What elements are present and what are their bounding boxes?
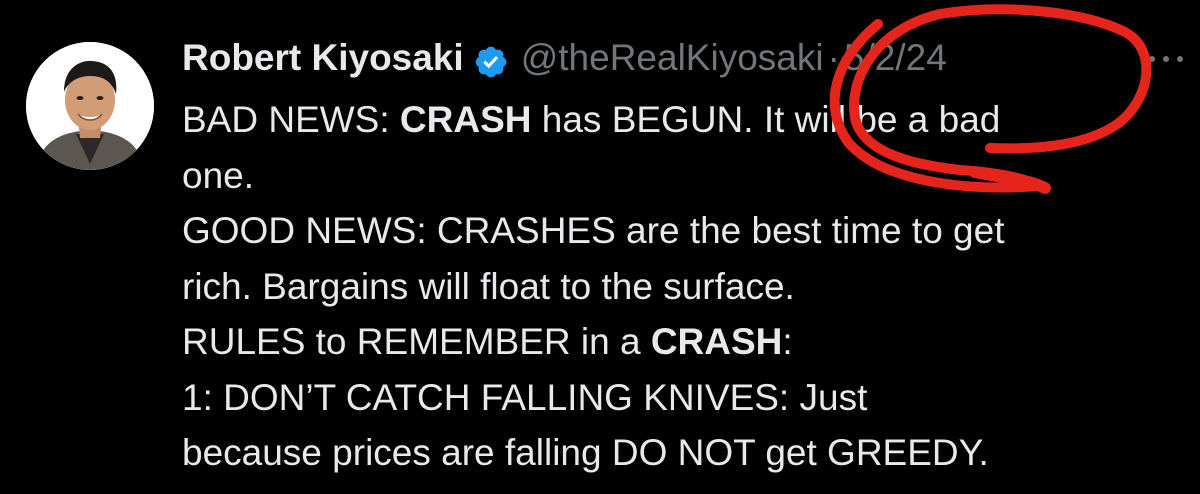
tweet-line: one. (182, 154, 255, 196)
header-separator: · (827, 37, 840, 78)
text-segment: RULES to REMEMBER in a (182, 321, 651, 362)
more-dots-icon[interactable] (1146, 52, 1186, 66)
verified-badge-icon (473, 40, 509, 78)
tweet-line: RULES to REMEMBER in a CRASH: (182, 314, 1182, 370)
tweet: Robert Kiyosaki @theRealKiyosaki · 5/2/2… (0, 0, 1200, 494)
bold-text-segment: CRASH (650, 321, 783, 362)
tweet-line: because prices are falling DO NOT get GR… (182, 432, 989, 473)
author-avatar[interactable] (26, 42, 154, 170)
text-segment: BAD NEWS: (182, 99, 400, 140)
text-segment: : (782, 321, 793, 362)
tweet-line: rich. Bargains will float to the surface… (182, 265, 795, 307)
tweet-line: BAD NEWS: CRASH has BEGUN. It will be a … (182, 92, 1182, 148)
tweet-header: Robert Kiyosaki @theRealKiyosaki · 5/2/2… (182, 30, 947, 86)
author-display-name[interactable]: Robert Kiyosaki (182, 30, 464, 86)
tweet-line: GOOD NEWS: CRASHES are the best time to … (182, 210, 1005, 251)
text-segment: has BEGUN. It will be a bad (531, 99, 1001, 140)
bold-text-segment: CRASH (399, 99, 532, 140)
author-handle[interactable]: @theRealKiyosaki (521, 30, 824, 86)
tweet-line: 1: DON’T CATCH FALLING KNIVES: Just (182, 376, 868, 418)
profile-photo-icon (26, 42, 154, 170)
tweet-text: BAD NEWS: CRASH has BEGUN. It will be a … (182, 92, 1182, 481)
tweet-date[interactable]: 5/2/24 (844, 30, 947, 86)
